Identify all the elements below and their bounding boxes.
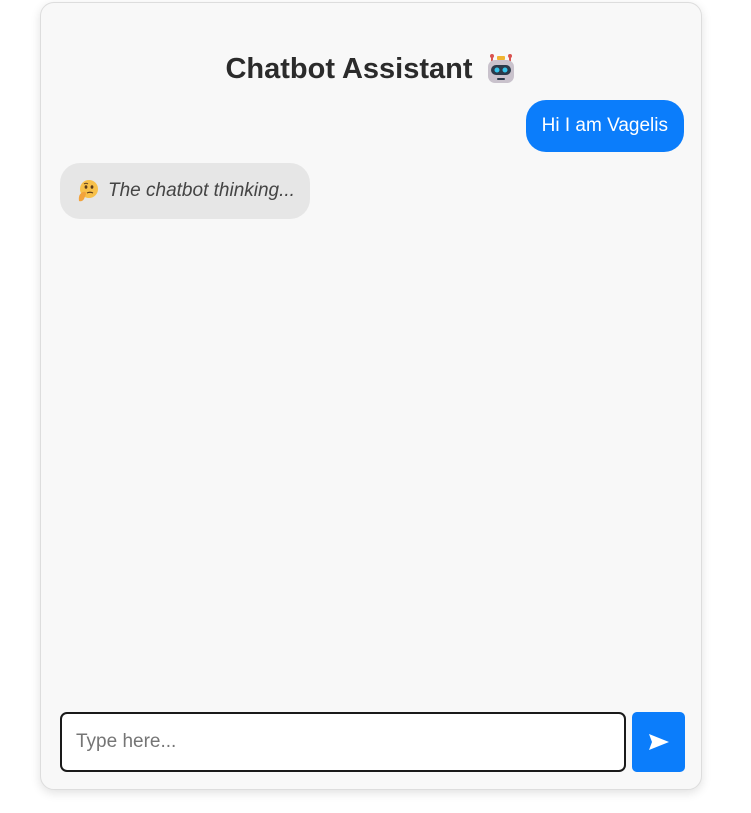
message-input-container: [60, 712, 626, 772]
bot-message-bubble: The chatbot thinking...: [60, 163, 310, 219]
user-message-text: Hi I am Vagelis: [541, 115, 668, 136]
send-arrow-icon: [648, 733, 670, 751]
bot-message-text: The chatbot thinking...: [108, 180, 295, 201]
thinking-face-icon: [76, 179, 100, 203]
user-message-bubble: Hi I am Vagelis: [525, 100, 684, 152]
send-button[interactable]: [632, 712, 685, 772]
chat-window: Chatbot Assistant Hi I am Vagelis The ch…: [40, 2, 702, 790]
title-text: Chatbot Assistant: [225, 53, 473, 85]
robot-icon: [485, 53, 517, 85]
message-input[interactable]: [62, 714, 624, 770]
page-title: Chatbot Assistant: [41, 51, 701, 87]
